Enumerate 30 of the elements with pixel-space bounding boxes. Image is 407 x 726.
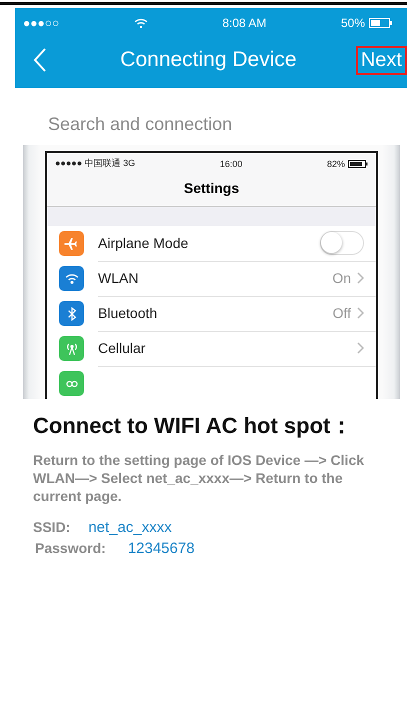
chevron-icon bbox=[357, 342, 364, 354]
chevron-icon bbox=[357, 307, 364, 319]
setting-label: Bluetooth bbox=[98, 305, 158, 321]
setting-label: Cellular bbox=[98, 340, 146, 356]
instruction-heading: Connect to WIFI AC hot spot： bbox=[33, 412, 354, 440]
setting-value: Off bbox=[332, 305, 351, 321]
toggle-switch[interactable] bbox=[320, 231, 364, 255]
credential-label: SSID: bbox=[33, 519, 70, 535]
next-button[interactable]: Next bbox=[356, 46, 407, 74]
signal-indicator: ●●●○○ bbox=[23, 16, 60, 30]
battery-percent: 82% bbox=[326, 158, 345, 168]
carrier-label: ●●●●● 中国联通 3G bbox=[55, 157, 136, 170]
credential-value: net_ac_xxxx bbox=[88, 519, 172, 536]
battery-icon bbox=[348, 160, 368, 168]
credential-value: 12345678 bbox=[128, 540, 195, 557]
battery-percent: 50% bbox=[340, 16, 365, 30]
setting-label: WLAN bbox=[98, 270, 138, 286]
credential-label: Password: bbox=[35, 540, 106, 556]
chevron-icon bbox=[357, 272, 364, 284]
setting-value: On bbox=[332, 270, 351, 286]
instruction-text: Return to the setting page of IOS Device —> Click WLAN—> Select net_ac_xxxx—> Return to the current page. bbox=[33, 451, 366, 505]
screen-title: Settings bbox=[47, 174, 376, 207]
back-chevron-icon bbox=[33, 47, 47, 73]
status-time: 8:08 AM bbox=[222, 16, 266, 30]
wifi-icon bbox=[134, 18, 148, 28]
section-label: Search and connection bbox=[48, 114, 234, 135]
setting-label: Airplane Mode bbox=[98, 235, 188, 251]
status-time: 16:00 bbox=[220, 158, 242, 168]
battery-icon bbox=[369, 18, 393, 28]
page-title: Connecting Device bbox=[120, 48, 297, 72]
